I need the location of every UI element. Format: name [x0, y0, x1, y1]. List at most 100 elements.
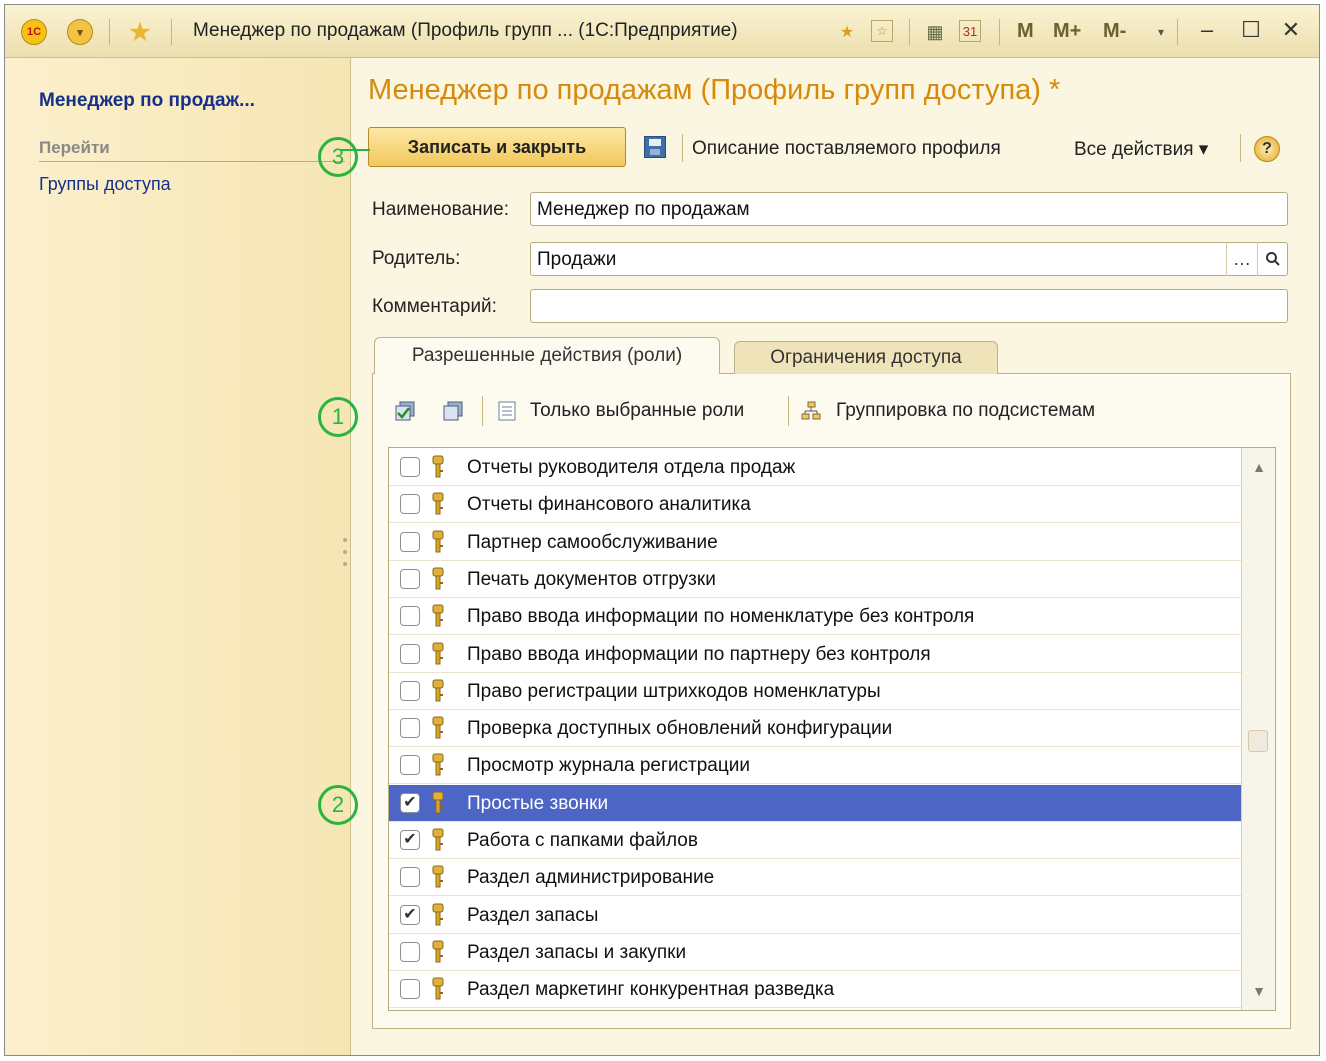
role-checkbox[interactable]	[400, 643, 420, 664]
role-row[interactable]: Партнер самообслуживание	[389, 524, 1241, 561]
only-selected-roles-button[interactable]: Только выбранные роли	[530, 400, 744, 422]
role-checkbox[interactable]	[400, 941, 420, 962]
parent-label: Родитель:	[372, 248, 461, 269]
role-label: Раздел запасы и закупки	[467, 941, 687, 963]
role-checkbox[interactable]	[400, 680, 420, 701]
role-key-icon	[432, 679, 444, 702]
role-row[interactable]: Печать документов отгрузки	[389, 561, 1241, 598]
role-checkbox[interactable]	[400, 755, 420, 776]
ellipsis-select-icon[interactable]: …	[1226, 242, 1257, 276]
search-icon[interactable]	[1257, 242, 1288, 276]
role-row[interactable]: ✔ Раздел запасы	[389, 897, 1241, 934]
scroll-thumb[interactable]	[1248, 730, 1268, 752]
splitter-grip[interactable]	[343, 538, 347, 542]
memory-m-plus-button[interactable]: M+	[1053, 20, 1081, 43]
tab-access-restrictions[interactable]: Ограничения доступа	[734, 341, 998, 374]
title-bar: 1С ▾ ★ Менеджер по продажам (Профиль гру…	[5, 5, 1319, 58]
memory-m-minus-button[interactable]: M-	[1103, 20, 1126, 43]
check-all-icon[interactable]	[394, 400, 416, 422]
minimize-icon[interactable]: –	[1193, 17, 1221, 43]
sidebar-title: Менеджер по продаж...	[39, 90, 255, 111]
role-checkbox[interactable]	[400, 531, 420, 552]
all-actions-menu[interactable]: Все действия ▾	[1074, 138, 1208, 161]
separator	[171, 19, 172, 45]
role-label: Отчеты руководителя отдела продаж	[467, 457, 796, 478]
calendar-icon[interactable]: 31	[959, 20, 981, 42]
role-label: Отчеты финансового аналитика	[467, 494, 751, 516]
role-key-icon	[432, 977, 444, 1000]
role-label: Простые звонки	[467, 792, 609, 814]
separator	[682, 134, 683, 162]
scroll-up-icon[interactable]: ▲	[1242, 450, 1275, 484]
role-key-icon	[432, 530, 444, 553]
tab-allowed-actions[interactable]: Разрешенные действия (роли)	[374, 337, 720, 374]
role-key-icon	[432, 492, 444, 515]
bookmark-icon[interactable]: ☆	[871, 20, 893, 42]
roles-list[interactable]: Отчеты руководителя отдела продаж Отчеты …	[388, 447, 1276, 1011]
role-row[interactable]: Раздел администрирование	[389, 859, 1241, 897]
role-row[interactable]: Право ввода информации по партнеру без к…	[389, 636, 1241, 673]
role-key-icon	[432, 940, 444, 963]
role-label: Просмотр журнала регистрации	[467, 755, 750, 777]
group-by-subsystem-button[interactable]: Группировка по подсистемам	[836, 400, 1095, 422]
add-to-favorites-icon[interactable]: ★	[835, 20, 859, 44]
role-row[interactable]: ✔ Работа с папками файлов	[389, 822, 1241, 859]
page-title: Менеджер по продажам (Профиль групп дост…	[368, 74, 1061, 106]
callout-1: 1	[318, 397, 358, 437]
role-label: Право регистрации штрихкодов номенклатур…	[467, 680, 881, 702]
role-checkbox[interactable]	[400, 457, 420, 477]
role-checkbox[interactable]	[400, 979, 420, 1000]
memory-m-button[interactable]: M	[1017, 20, 1034, 43]
list-filter-icon[interactable]	[496, 400, 518, 422]
role-checkbox[interactable]: ✔	[400, 830, 420, 850]
scroll-down-icon[interactable]: ▼	[1242, 974, 1275, 1008]
main-menu-icon[interactable]: ▾	[67, 19, 93, 45]
role-key-icon	[432, 828, 444, 851]
name-label: Наименование:	[372, 199, 509, 220]
callout-2: 2	[318, 785, 358, 825]
role-checkbox[interactable]	[400, 494, 420, 515]
role-checkbox[interactable]	[400, 568, 420, 589]
role-checkbox[interactable]: ✔	[400, 792, 420, 813]
role-checkbox[interactable]	[400, 867, 420, 888]
role-checkbox[interactable]	[400, 606, 420, 627]
role-row[interactable]: Проверка доступных обновлений конфигурац…	[389, 710, 1241, 748]
role-row[interactable]: Раздел запасы и закупки	[389, 934, 1241, 971]
role-key-icon	[432, 791, 444, 814]
role-row[interactable]: Право регистрации штрихкодов номенклатур…	[389, 673, 1241, 710]
uncheck-all-icon[interactable]	[442, 400, 464, 422]
parent-field[interactable]: Продажи	[530, 242, 1288, 276]
role-row[interactable]: Просмотр журнала регистрации	[389, 747, 1241, 785]
name-field[interactable]: Менеджер по продажам	[530, 192, 1288, 226]
role-row[interactable]: Право ввода информации по номенклатуре б…	[389, 598, 1241, 636]
role-row[interactable]: Раздел маркетинг конкурентная разведка	[389, 971, 1241, 1009]
role-checkbox[interactable]: ✔	[400, 904, 420, 925]
scrollbar[interactable]: ▲ ▼	[1241, 448, 1275, 1010]
divider	[39, 161, 345, 162]
dropdown-arrow-icon[interactable]: ▾	[1149, 20, 1173, 44]
navigation-panel: Менеджер по продаж... Перейти Группы дос…	[5, 58, 351, 1055]
role-key-icon	[432, 604, 444, 627]
role-row[interactable]: Отчеты руководителя отдела продаж	[389, 449, 1241, 486]
profile-description-button[interactable]: Описание поставляемого профиля	[692, 138, 1001, 160]
comment-field[interactable]	[530, 289, 1288, 323]
1c-logo-icon[interactable]: 1С	[21, 19, 47, 45]
help-icon[interactable]: ?	[1254, 136, 1280, 162]
favorite-star-icon[interactable]: ★	[127, 19, 153, 46]
close-icon[interactable]: ✕	[1277, 17, 1305, 43]
separator	[1177, 19, 1178, 45]
role-checkbox[interactable]	[400, 718, 420, 739]
separator	[788, 396, 789, 426]
separator	[909, 19, 910, 45]
maximize-icon[interactable]: ☐	[1237, 17, 1265, 43]
splitter-grip[interactable]	[343, 550, 347, 554]
calculator-icon[interactable]: ▦	[923, 20, 947, 44]
hierarchy-icon[interactable]	[800, 400, 822, 422]
splitter-grip[interactable]	[343, 562, 347, 566]
separator	[999, 19, 1000, 45]
sidebar-link-access-groups[interactable]: Группы доступа	[39, 174, 171, 195]
save-and-close-button[interactable]: Записать и закрыть	[368, 127, 626, 167]
role-row[interactable]: ✔ Простые звонки	[389, 784, 1241, 822]
save-icon[interactable]	[644, 136, 666, 158]
role-row[interactable]: Отчеты финансового аналитика	[389, 486, 1241, 524]
